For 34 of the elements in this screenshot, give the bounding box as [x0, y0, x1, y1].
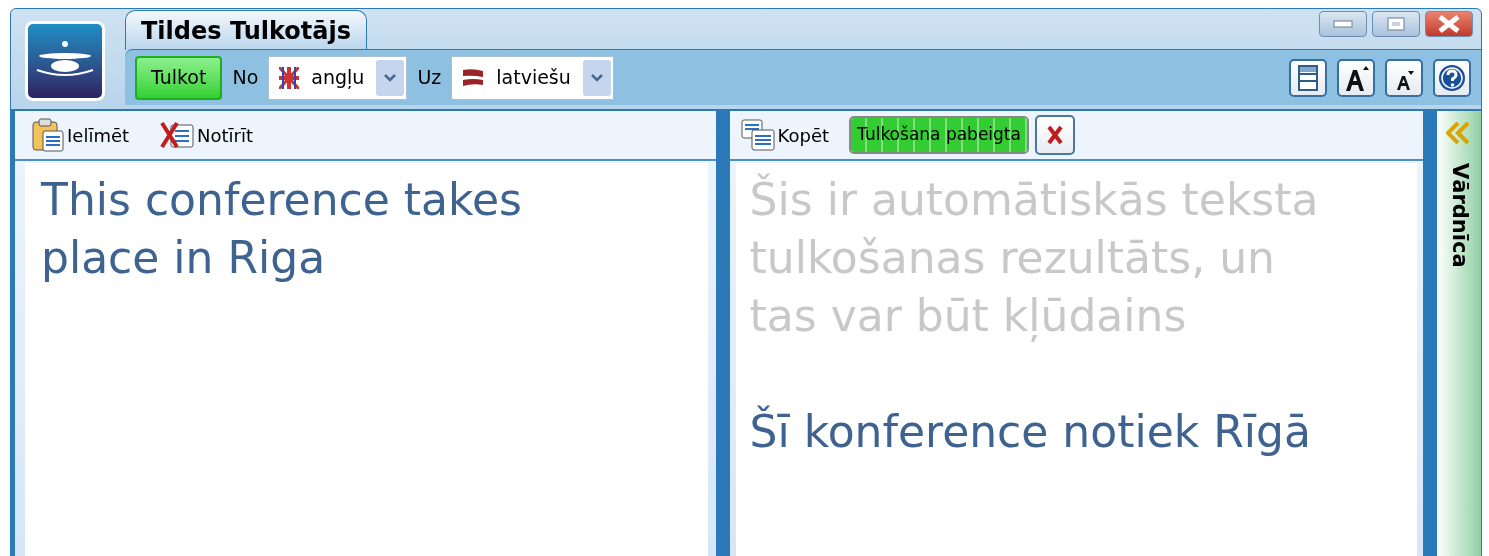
layout-icon — [1298, 64, 1318, 91]
cancel-x-icon — [1045, 125, 1064, 145]
minimize-icon — [1333, 20, 1353, 28]
close-button[interactable] — [1425, 11, 1473, 37]
copy-icon — [739, 118, 776, 152]
font-decrease-button[interactable] — [1385, 58, 1423, 97]
flag-icon — [462, 67, 485, 88]
help-icon — [1438, 63, 1466, 92]
language-select[interactable]: angļu — [268, 55, 408, 100]
cancel-button[interactable] — [1034, 115, 1075, 155]
translate-button[interactable]: Tulkot — [135, 55, 223, 100]
layout-button[interactable] — [1289, 58, 1327, 97]
source-text: This conference takes place in Riga — [41, 173, 523, 285]
window-title: Tildes Tulkotājs — [141, 15, 351, 47]
to-label: Uz — [417, 65, 442, 91]
clipboard-icon — [31, 118, 65, 152]
help-button[interactable] — [1433, 58, 1471, 97]
copy-button[interactable]: Kopēt — [739, 118, 830, 152]
flag-icon — [279, 66, 300, 89]
app-logo-icon — [25, 21, 105, 101]
paste-button[interactable]: Ielīmēt — [31, 118, 130, 152]
dictionary-side-tab[interactable]: Vārdnīca — [1437, 111, 1481, 556]
font-increase-button[interactable] — [1337, 58, 1375, 97]
maximize-button[interactable] — [1372, 11, 1420, 37]
progress-label: Tulkošana pabeigta — [857, 123, 1021, 147]
clear-button[interactable]: Notīrīt — [159, 119, 254, 151]
minimize-button[interactable] — [1319, 11, 1367, 37]
clear-document-icon — [159, 119, 196, 151]
from-label: No — [232, 65, 259, 91]
close-icon — [1437, 15, 1461, 33]
source-text-area[interactable]: This conference takes place in Riga — [25, 163, 708, 556]
language-select[interactable]: latviešu — [451, 55, 614, 100]
translation-text: Šī konference notiek Rīgā — [749, 404, 1312, 459]
maximize-icon — [1387, 17, 1405, 31]
